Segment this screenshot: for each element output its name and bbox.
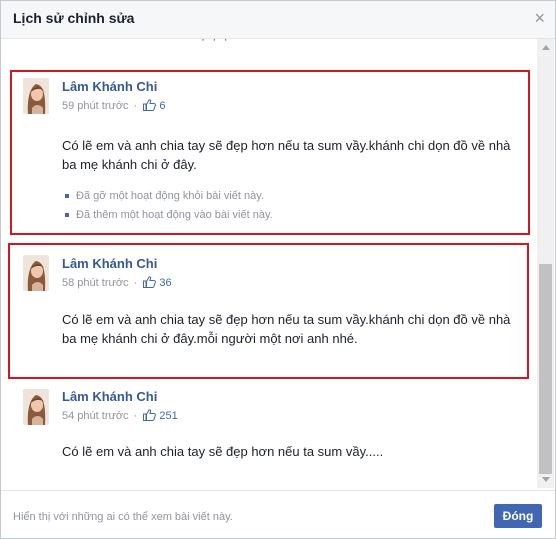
history-entry: Lâm Khánh Chi 54 phút trước · 251 Có lẽ … <box>1 379 537 488</box>
timestamp[interactable]: 54 phút trước <box>62 410 129 422</box>
post-meta: 54 phút trước · 251 <box>62 409 178 424</box>
scroll-up-arrow-icon[interactable] <box>542 45 550 50</box>
edit-history-list[interactable]: · · · Lâm Khánh Chi 59 phút trước · 6 Có… <box>1 39 537 488</box>
close-button[interactable]: Đóng <box>494 504 542 528</box>
visibility-note: Hiển thị với những ai có thể xem bài viế… <box>13 511 233 523</box>
post-text: Có lẽ em và anh chia tay sẽ đẹp hơn nếu … <box>62 444 384 459</box>
edit-history-dialog: Lịch sử chỉnh sửa × · · · Lâm Khánh Chi … <box>0 0 556 539</box>
dialog-footer: Hiển thị với những ai có thể xem bài viế… <box>1 490 555 539</box>
avatar[interactable] <box>23 389 49 425</box>
dialog-title: Lịch sử chỉnh sửa <box>13 10 135 26</box>
author-name-link[interactable]: Lâm Khánh Chi <box>62 389 157 404</box>
close-icon[interactable]: × <box>534 8 545 28</box>
profile-photo <box>23 389 49 425</box>
red-highlight-box <box>10 70 530 235</box>
dialog-header: Lịch sử chỉnh sửa × <box>1 1 555 39</box>
red-highlight-box <box>8 243 529 379</box>
like-count[interactable]: 251 <box>159 410 177 422</box>
scrollbar-thumb[interactable] <box>539 264 552 474</box>
meta-separator: · <box>133 410 138 422</box>
scrollbar[interactable] <box>537 39 554 488</box>
thumbs-up-icon[interactable] <box>143 409 157 424</box>
scroll-down-arrow-icon[interactable] <box>542 477 550 482</box>
truncated-previous-content: · · · <box>201 39 230 46</box>
